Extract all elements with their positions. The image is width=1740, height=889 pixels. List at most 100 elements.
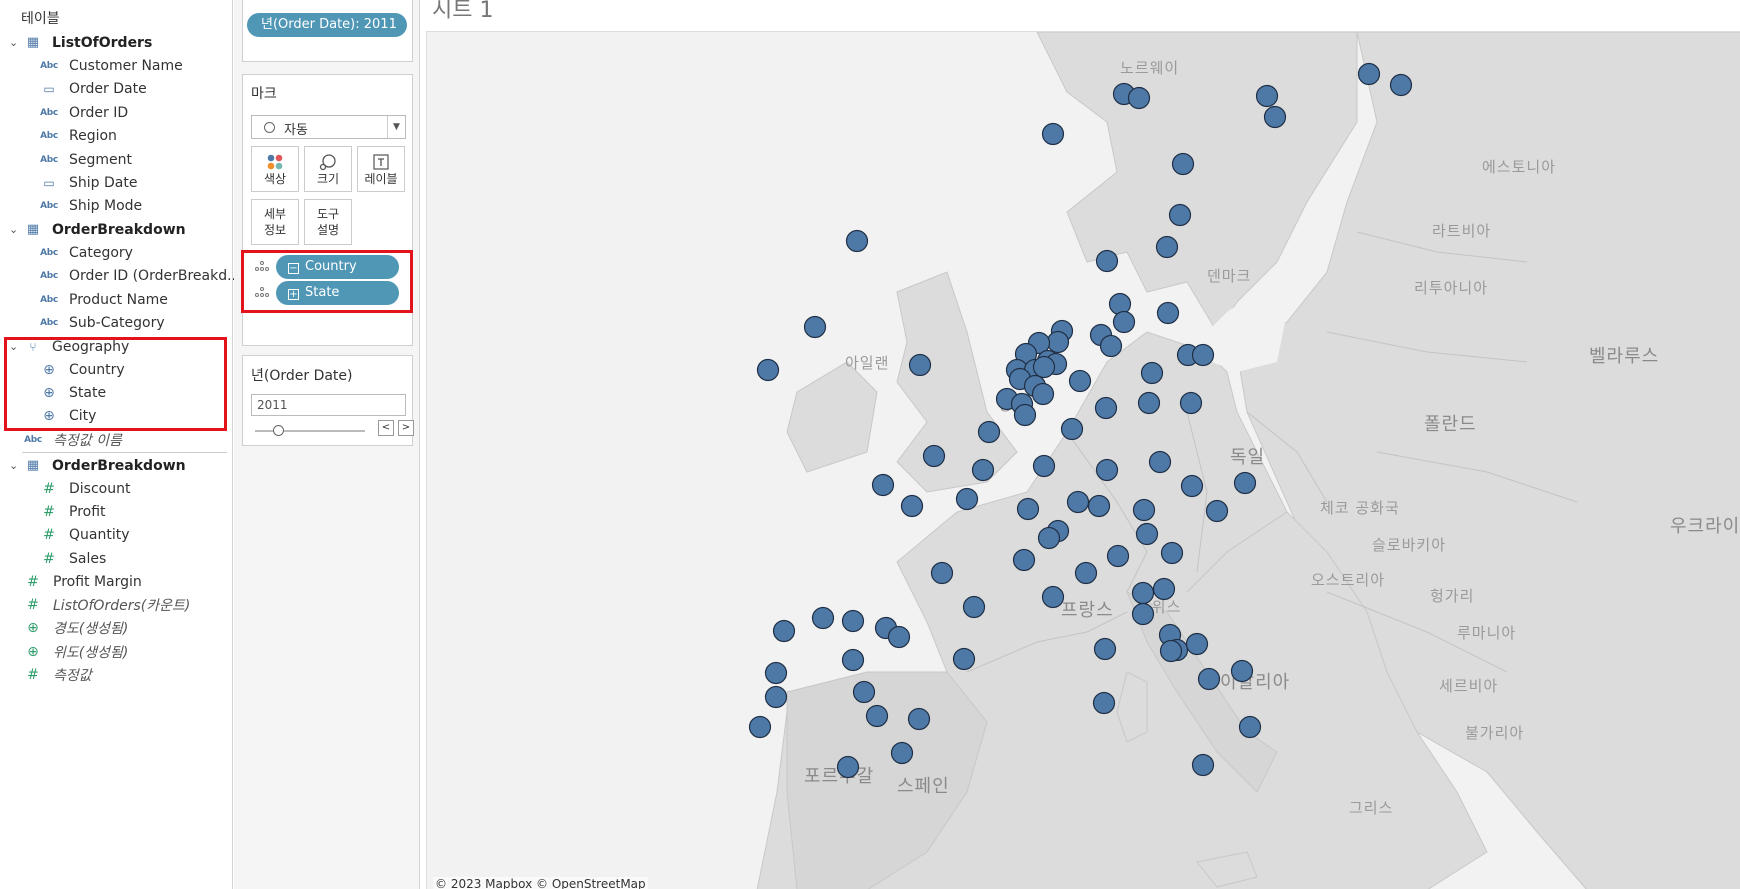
map-mark-circle[interactable] xyxy=(955,487,979,511)
map-mark-circle[interactable] xyxy=(1132,498,1156,522)
map-mark-circle[interactable] xyxy=(1041,585,1065,609)
field-region[interactable]: Abc Region xyxy=(0,125,230,147)
map-mark-circle[interactable] xyxy=(1074,561,1098,585)
field-order-id[interactable]: Abc Order ID xyxy=(0,102,230,124)
map-mark-circle[interactable] xyxy=(1389,73,1413,97)
map-mark-circle[interactable] xyxy=(1041,122,1065,146)
chevron-down-icon[interactable]: ⌄ xyxy=(9,459,21,473)
map-mark-circle[interactable] xyxy=(871,473,895,497)
map-mark-circle[interactable] xyxy=(1179,391,1203,415)
map-mark-circle[interactable] xyxy=(1233,471,1257,495)
map-mark-circle[interactable] xyxy=(803,315,827,339)
chevron-down-icon[interactable]: ⌄ xyxy=(9,223,21,237)
label-button[interactable]: 레이블 xyxy=(357,146,405,192)
map-mark-circle[interactable] xyxy=(1155,235,1179,259)
map-mark-circle[interactable] xyxy=(930,561,954,585)
table-orderbreakdown[interactable]: ⌄ ▦ OrderBreakdown xyxy=(0,219,230,241)
map-mark-circle[interactable] xyxy=(1152,577,1176,601)
map-mark-circle[interactable] xyxy=(1137,391,1161,415)
field-sales[interactable]: # Sales xyxy=(0,548,230,570)
field-customer-name[interactable]: Abc Customer Name xyxy=(0,55,230,77)
map-mark-circle[interactable] xyxy=(1046,330,1070,354)
color-button[interactable]: 색상 xyxy=(251,146,299,192)
map-mark-circle[interactable] xyxy=(1131,602,1155,626)
map-mark-circle[interactable] xyxy=(845,229,869,253)
map-mark-circle[interactable] xyxy=(1185,632,1209,656)
field-order-id-orderbreakdown[interactable]: Abc Order ID (OrderBreakd... xyxy=(0,265,240,287)
map-mark-circle[interactable] xyxy=(890,741,914,765)
map-mark-circle[interactable] xyxy=(1094,396,1118,420)
map-mark-circle[interactable] xyxy=(908,353,932,377)
table-orderbreakdown-measures[interactable]: ⌄ ▦ OrderBreakdown xyxy=(0,455,230,477)
map-mark-circle[interactable] xyxy=(1238,715,1262,739)
map-mark-circle[interactable] xyxy=(1255,84,1279,108)
map-mark-circle[interactable] xyxy=(748,715,772,739)
field-longitude[interactable]: ⊕ 경도(생성됨) xyxy=(0,617,230,639)
year-next-button[interactable]: > xyxy=(398,420,414,436)
map-mark-circle[interactable] xyxy=(1013,403,1037,427)
map-mark-circle[interactable] xyxy=(1060,417,1084,441)
map-mark-circle[interactable] xyxy=(1191,343,1215,367)
map-mark-circle[interactable] xyxy=(1171,152,1195,176)
map-mark-circle[interactable] xyxy=(1093,637,1117,661)
size-button[interactable]: 크기 xyxy=(304,146,352,192)
map-mark-circle[interactable] xyxy=(1112,310,1136,334)
year-filter-input[interactable]: 2011 xyxy=(251,394,406,416)
year-slider-track[interactable] xyxy=(255,430,365,432)
field-profit[interactable]: # Profit xyxy=(0,501,230,523)
map-mark-circle[interactable] xyxy=(907,707,931,731)
map-mark-circle[interactable] xyxy=(1191,753,1215,777)
map-mark-circle[interactable] xyxy=(1148,450,1172,474)
map-mark-circle[interactable] xyxy=(865,704,889,728)
detail-button[interactable]: 세부 정보 xyxy=(251,199,299,245)
map-mark-circle[interactable] xyxy=(1168,203,1192,227)
map-mark-circle[interactable] xyxy=(1230,659,1254,683)
map-mark-circle[interactable] xyxy=(900,494,924,518)
map-mark-circle[interactable] xyxy=(922,444,946,468)
map-mark-circle[interactable] xyxy=(1131,581,1155,605)
mark-type-dropdown[interactable]: 자동 ▼ xyxy=(251,115,406,139)
map-mark-circle[interactable] xyxy=(764,685,788,709)
map-mark-circle[interactable] xyxy=(1180,474,1204,498)
field-category[interactable]: Abc Category xyxy=(0,242,230,264)
tooltip-button[interactable]: 도구 설명 xyxy=(304,199,352,245)
map-mark-circle[interactable] xyxy=(1032,454,1056,478)
field-listoforders-count[interactable]: # ListOfOrders(카운트) xyxy=(0,594,230,616)
map-mark-circle[interactable] xyxy=(841,648,865,672)
map-mark-circle[interactable] xyxy=(764,661,788,685)
map-mark-circle[interactable] xyxy=(962,595,986,619)
map-mark-circle[interactable] xyxy=(1205,499,1229,523)
field-ship-mode[interactable]: Abc Ship Mode xyxy=(0,195,230,217)
map-mark-circle[interactable] xyxy=(1127,86,1151,110)
map-mark-circle[interactable] xyxy=(1012,548,1036,572)
field-latitude[interactable]: ⊕ 위도(생성됨) xyxy=(0,641,230,663)
map-mark-circle[interactable] xyxy=(1066,490,1090,514)
field-sub-category[interactable]: Abc Sub-Category xyxy=(0,312,230,334)
map-mark-circle[interactable] xyxy=(1160,541,1184,565)
map-mark-circle[interactable] xyxy=(1068,369,1092,393)
map-marks-layer[interactable] xyxy=(427,32,1740,889)
map-mark-circle[interactable] xyxy=(1095,249,1119,273)
filter-pill-year-order-date[interactable]: 년(Order Date): 2011 xyxy=(247,13,407,37)
map-mark-circle[interactable] xyxy=(1197,667,1221,691)
map-mark-circle[interactable] xyxy=(1106,544,1130,568)
year-prev-button[interactable]: < xyxy=(378,420,394,436)
field-measure-names[interactable]: Abc 측정값 이름 xyxy=(0,429,230,451)
map-mark-circle[interactable] xyxy=(887,625,911,649)
map-mark-circle[interactable] xyxy=(841,609,865,633)
map-mark-circle[interactable] xyxy=(772,619,796,643)
map-mark-circle[interactable] xyxy=(971,458,995,482)
map-view[interactable]: 노르웨이 에스토니아 라트비아 리투아니아 덴마크 아일랜 영 벨라루스 폴란드… xyxy=(426,31,1740,889)
map-mark-circle[interactable] xyxy=(1156,301,1180,325)
map-mark-circle[interactable] xyxy=(1032,355,1056,379)
map-mark-circle[interactable] xyxy=(1087,494,1111,518)
map-mark-circle[interactable] xyxy=(1357,62,1381,86)
map-mark-circle[interactable] xyxy=(1016,497,1040,521)
map-mark-circle[interactable] xyxy=(1140,361,1164,385)
map-mark-circle[interactable] xyxy=(1159,639,1183,663)
field-order-date[interactable]: ▭ Order Date xyxy=(0,78,230,100)
map-mark-circle[interactable] xyxy=(1099,334,1123,358)
map-mark-circle[interactable] xyxy=(852,680,876,704)
chevron-down-icon[interactable]: ⌄ xyxy=(9,36,21,50)
map-mark-circle[interactable] xyxy=(811,606,835,630)
